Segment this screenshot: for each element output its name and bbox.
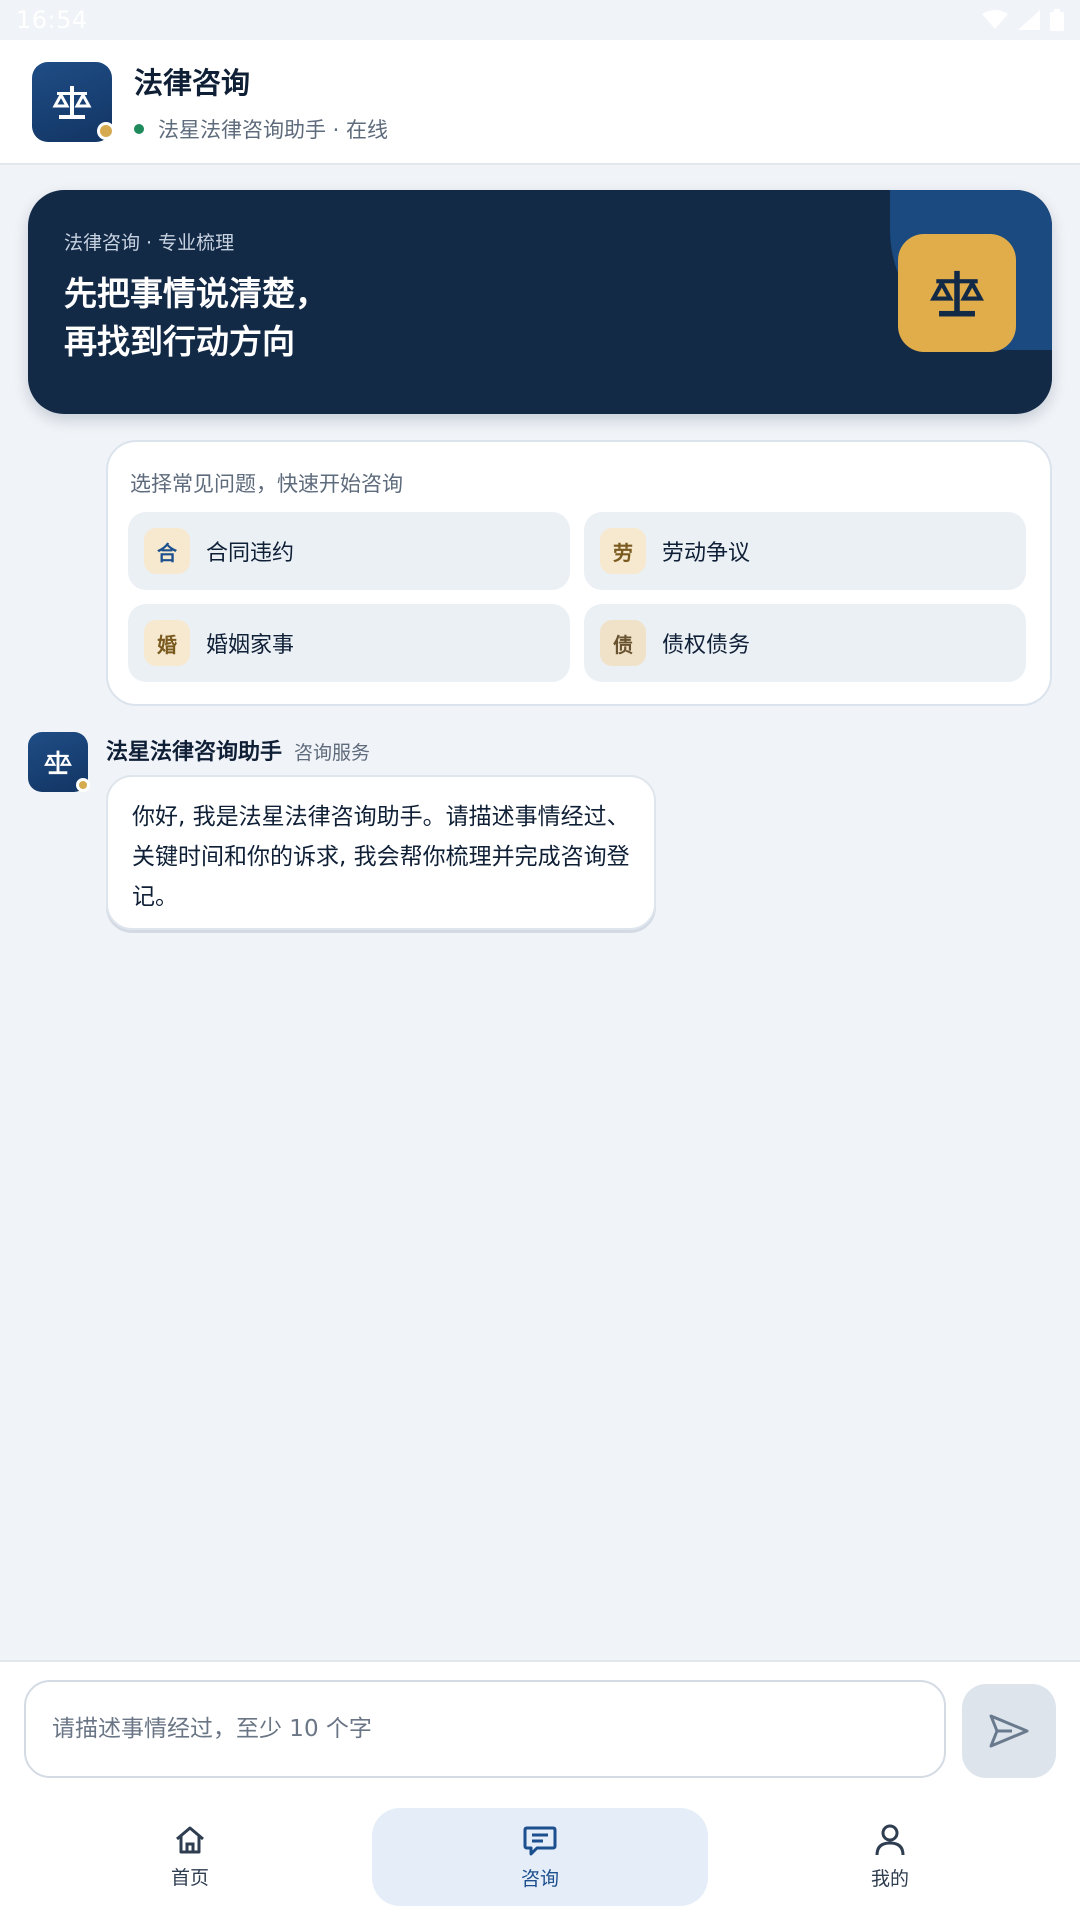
- page-title: 法律咨询: [134, 65, 251, 100]
- quick-item-label: 婚姻家事: [206, 633, 295, 658]
- bottom-nav: 首页 咨询 我的: [0, 1792, 1080, 1920]
- hero-title-line2: 再找到行动方向: [64, 322, 295, 361]
- message-bubble: 你好, 我是法星法律咨询助手。请描述事情经过、关键时间和你的诉求, 我会帮你梳理…: [106, 775, 656, 930]
- chat-icon: [523, 1826, 557, 1855]
- quick-item-debt[interactable]: 债 债权债务: [584, 604, 1026, 682]
- scales-icon: [52, 85, 92, 119]
- marriage-icon: 婚: [144, 620, 190, 666]
- online-indicator: [134, 123, 144, 134]
- battery-icon: [1050, 9, 1064, 31]
- message-sender: 法星法律咨询助手: [106, 740, 283, 765]
- quick-item-marriage[interactable]: 婚 婚姻家事: [128, 604, 570, 682]
- send-button[interactable]: [962, 1684, 1056, 1778]
- hero-banner: 法律咨询 · 专业梳理 先把事情说清楚， 再找到行动方向: [28, 190, 1052, 414]
- status-dot: [76, 778, 90, 792]
- wifi-icon: [982, 10, 1008, 29]
- quick-item-label: 劳动争议: [662, 541, 751, 566]
- nav-label: 咨询: [520, 1867, 559, 1890]
- nav-label: 我的: [870, 1867, 909, 1890]
- debt-icon: 债: [600, 620, 646, 666]
- message-input[interactable]: [24, 1680, 946, 1778]
- quick-item-label: 债权债务: [662, 633, 751, 658]
- quick-item-contract[interactable]: 合 合同违约: [128, 512, 570, 590]
- assistant-avatar: [28, 732, 90, 792]
- send-icon: [989, 1714, 1029, 1748]
- scales-icon: [930, 270, 984, 317]
- status-dot: [97, 121, 115, 140]
- nav-item-home[interactable]: 首页: [90, 1808, 290, 1906]
- scales-icon: [44, 750, 72, 775]
- quick-questions-card: 选择常见问题，快速开始咨询 合 合同违约 劳 劳动争议 婚 婚姻家事 债 债权债…: [106, 440, 1052, 706]
- message-header: 法星法律咨询助手 咨询服务: [106, 734, 370, 766]
- status-time: 16:54: [16, 6, 88, 34]
- nav-item-consult[interactable]: 咨询: [372, 1808, 708, 1906]
- quick-questions-label: 选择常见问题，快速开始咨询: [130, 472, 403, 496]
- contract-icon: 合: [144, 528, 190, 574]
- labor-icon: 劳: [600, 528, 646, 574]
- signal-icon: [1018, 10, 1040, 30]
- hero-badge: [898, 234, 1016, 352]
- hero-title-line1: 先把事情说清楚，: [64, 274, 328, 313]
- quick-item-labor[interactable]: 劳 劳动争议: [584, 512, 1026, 590]
- status-icons: [982, 9, 1064, 31]
- hero-kicker: 法律咨询 · 专业梳理: [64, 232, 235, 254]
- nav-label: 首页: [170, 1866, 209, 1889]
- input-bar: [0, 1660, 1080, 1792]
- profile-icon: [875, 1824, 905, 1855]
- quick-item-label: 合同违约: [206, 541, 295, 566]
- hero-title: 先把事情说清楚， 再找到行动方向: [64, 270, 328, 366]
- header-subtitle: 法星法律咨询助手 · 在线: [134, 114, 388, 144]
- status-bar: 16:54: [0, 0, 1080, 40]
- assistant-status: 法星法律咨询助手 · 在线: [158, 117, 389, 142]
- app-header: 法律咨询 法星法律咨询助手 · 在线: [0, 40, 1080, 165]
- app-logo: [32, 61, 115, 142]
- message-tag: 咨询服务: [294, 742, 371, 764]
- nav-item-profile[interactable]: 我的: [790, 1808, 990, 1906]
- home-icon: [176, 1826, 204, 1853]
